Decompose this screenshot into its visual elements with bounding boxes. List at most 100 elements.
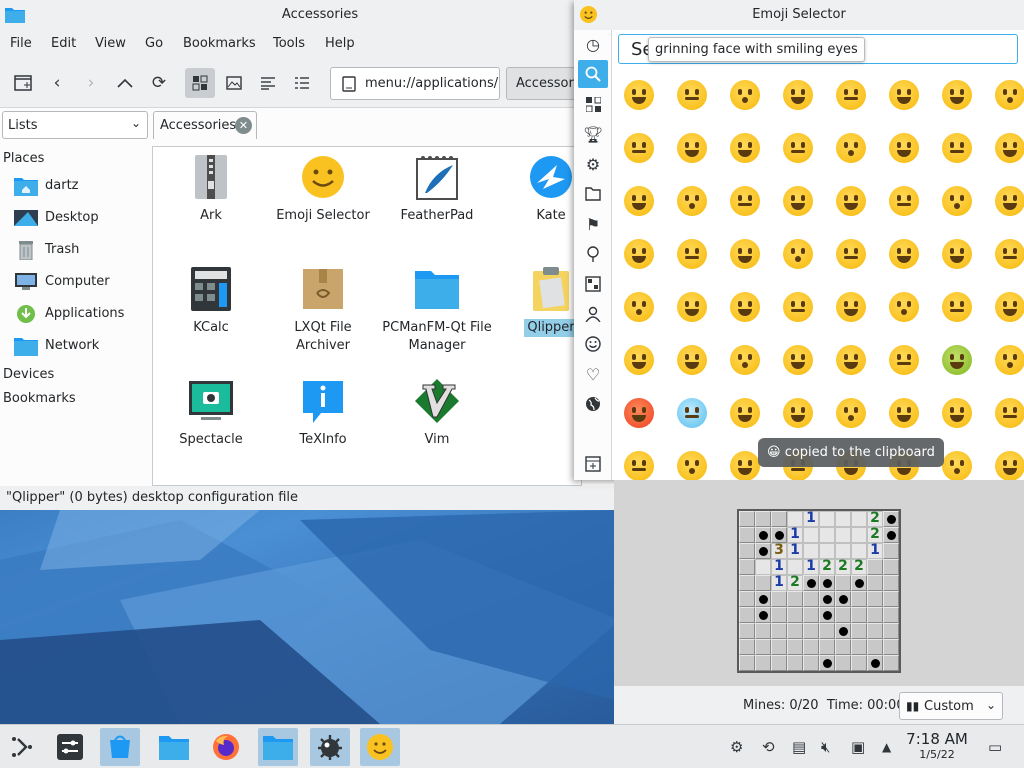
mine-cell[interactable] bbox=[803, 527, 819, 543]
mine-cell[interactable] bbox=[819, 639, 835, 655]
new-window-button[interactable] bbox=[8, 68, 38, 98]
mine-cell[interactable]: 1 bbox=[771, 574, 787, 591]
update-icon[interactable]: ⟲ bbox=[762, 738, 775, 756]
mine-cell[interactable] bbox=[771, 527, 787, 543]
emoji-item[interactable] bbox=[624, 398, 654, 428]
emoji-item[interactable] bbox=[730, 451, 760, 480]
clipboard-icon[interactable]: ▤ bbox=[792, 738, 806, 756]
emoji-item[interactable] bbox=[730, 80, 760, 110]
emoji-item[interactable] bbox=[942, 292, 972, 322]
menu-bookmarks[interactable]: Bookmarks bbox=[183, 36, 256, 51]
taskbar-emoji-selector[interactable] bbox=[360, 728, 400, 766]
forward-button[interactable]: › bbox=[76, 68, 106, 98]
mine-cell[interactable] bbox=[755, 591, 771, 607]
taskbar-accessories-window[interactable] bbox=[258, 728, 298, 766]
digital-clock[interactable]: 7:18 AM 1/5/22 bbox=[904, 730, 970, 761]
mine-cell[interactable] bbox=[883, 543, 899, 559]
mine-cell[interactable] bbox=[771, 623, 787, 639]
mine-cell[interactable] bbox=[755, 655, 771, 671]
emoji-item[interactable] bbox=[995, 186, 1024, 216]
emoji-item[interactable] bbox=[783, 80, 813, 110]
emoji-item[interactable] bbox=[624, 80, 654, 110]
emoji-item[interactable] bbox=[889, 80, 919, 110]
emoji-item[interactable] bbox=[942, 186, 972, 216]
mine-cell[interactable] bbox=[787, 511, 803, 527]
mine-cell[interactable] bbox=[867, 575, 883, 591]
up-button[interactable] bbox=[110, 68, 140, 98]
emoji-item[interactable] bbox=[836, 292, 866, 322]
category-smileys[interactable] bbox=[578, 330, 608, 358]
mine-cell[interactable] bbox=[787, 559, 803, 575]
mine-cell[interactable] bbox=[803, 591, 819, 607]
taskbar-minesweeper[interactable] bbox=[310, 728, 350, 766]
menu-file[interactable]: File bbox=[10, 36, 32, 51]
emoji-item[interactable] bbox=[995, 451, 1024, 480]
mine-cell[interactable] bbox=[867, 559, 883, 575]
mine-cell[interactable]: 1 bbox=[803, 510, 819, 527]
place-item-applications[interactable]: Applications bbox=[14, 302, 150, 328]
difficulty-select[interactable]: ▮▮ Custom ⌄ bbox=[899, 692, 1003, 720]
mine-cell[interactable] bbox=[851, 591, 867, 607]
mine-cell[interactable] bbox=[835, 655, 851, 671]
emoji-item[interactable] bbox=[677, 345, 707, 375]
category-objects[interactable] bbox=[578, 180, 608, 208]
mine-cell[interactable] bbox=[803, 639, 819, 655]
file-item-spectacle[interactable]: Spectacle bbox=[155, 377, 267, 449]
mine-cell[interactable]: 3 bbox=[771, 542, 787, 559]
emoji-item[interactable] bbox=[995, 345, 1024, 375]
taskbar-file-manager[interactable] bbox=[154, 728, 194, 766]
mine-cell[interactable]: 1 bbox=[867, 542, 883, 559]
mine-cell[interactable]: 1 bbox=[787, 542, 803, 559]
mine-cell[interactable] bbox=[803, 543, 819, 559]
emoji-item[interactable] bbox=[889, 133, 919, 163]
reload-button[interactable]: ⟳ bbox=[144, 68, 174, 98]
mine-cell[interactable] bbox=[835, 591, 851, 607]
mine-cell[interactable] bbox=[755, 623, 771, 639]
mine-cell[interactable] bbox=[755, 607, 771, 623]
emoji-item[interactable] bbox=[783, 133, 813, 163]
emoji-item[interactable] bbox=[783, 398, 813, 428]
mine-cell[interactable] bbox=[819, 607, 835, 623]
mine-cell[interactable] bbox=[755, 543, 771, 559]
emoji-item[interactable] bbox=[836, 186, 866, 216]
mine-cell[interactable] bbox=[867, 591, 883, 607]
mine-cell[interactable] bbox=[835, 575, 851, 591]
mine-cell[interactable]: 2 bbox=[851, 558, 867, 575]
mine-cell[interactable] bbox=[835, 607, 851, 623]
add-panel-button[interactable] bbox=[578, 450, 608, 478]
emoji-item[interactable] bbox=[942, 133, 972, 163]
category-places[interactable] bbox=[578, 390, 608, 418]
mine-cell[interactable] bbox=[739, 623, 755, 639]
menu-edit[interactable]: Edit bbox=[51, 36, 76, 51]
mine-cell[interactable] bbox=[851, 655, 867, 671]
mine-cell[interactable] bbox=[755, 639, 771, 655]
title-bar[interactable]: Accessories bbox=[0, 0, 640, 30]
emoji-item[interactable] bbox=[942, 345, 972, 375]
mine-cell[interactable] bbox=[755, 575, 771, 591]
show-desktop-icon[interactable]: ▭ bbox=[988, 738, 1002, 756]
mine-cell[interactable] bbox=[851, 607, 867, 623]
mine-cell[interactable] bbox=[739, 655, 755, 671]
emoji-item[interactable] bbox=[889, 345, 919, 375]
file-item-pcmanfm[interactable]: PCManFM-Qt File Manager bbox=[381, 265, 493, 355]
mine-cell[interactable] bbox=[739, 639, 755, 655]
emoji-item[interactable] bbox=[677, 292, 707, 322]
mine-cell[interactable] bbox=[739, 591, 755, 607]
back-button[interactable]: ‹ bbox=[42, 68, 72, 98]
taskbar-firefox[interactable] bbox=[206, 728, 246, 766]
category-people[interactable] bbox=[578, 300, 608, 328]
emoji-item[interactable] bbox=[783, 186, 813, 216]
mine-cell[interactable] bbox=[835, 527, 851, 543]
file-item-featherpad[interactable]: FeatherPad bbox=[381, 153, 493, 225]
app-launcher-button[interactable] bbox=[2, 728, 42, 766]
category-symbols[interactable] bbox=[578, 270, 608, 298]
mine-cell[interactable]: 2 bbox=[787, 574, 803, 591]
compact-view-button[interactable] bbox=[253, 68, 283, 98]
bookmarks-header[interactable]: Bookmarks bbox=[3, 391, 76, 406]
mine-cell[interactable] bbox=[883, 639, 899, 655]
place-item-network[interactable]: Network bbox=[14, 334, 150, 360]
emoji-item[interactable] bbox=[677, 80, 707, 110]
places-header[interactable]: Places bbox=[3, 151, 44, 166]
mine-cell[interactable] bbox=[835, 623, 851, 639]
emoji-item[interactable] bbox=[995, 398, 1024, 428]
